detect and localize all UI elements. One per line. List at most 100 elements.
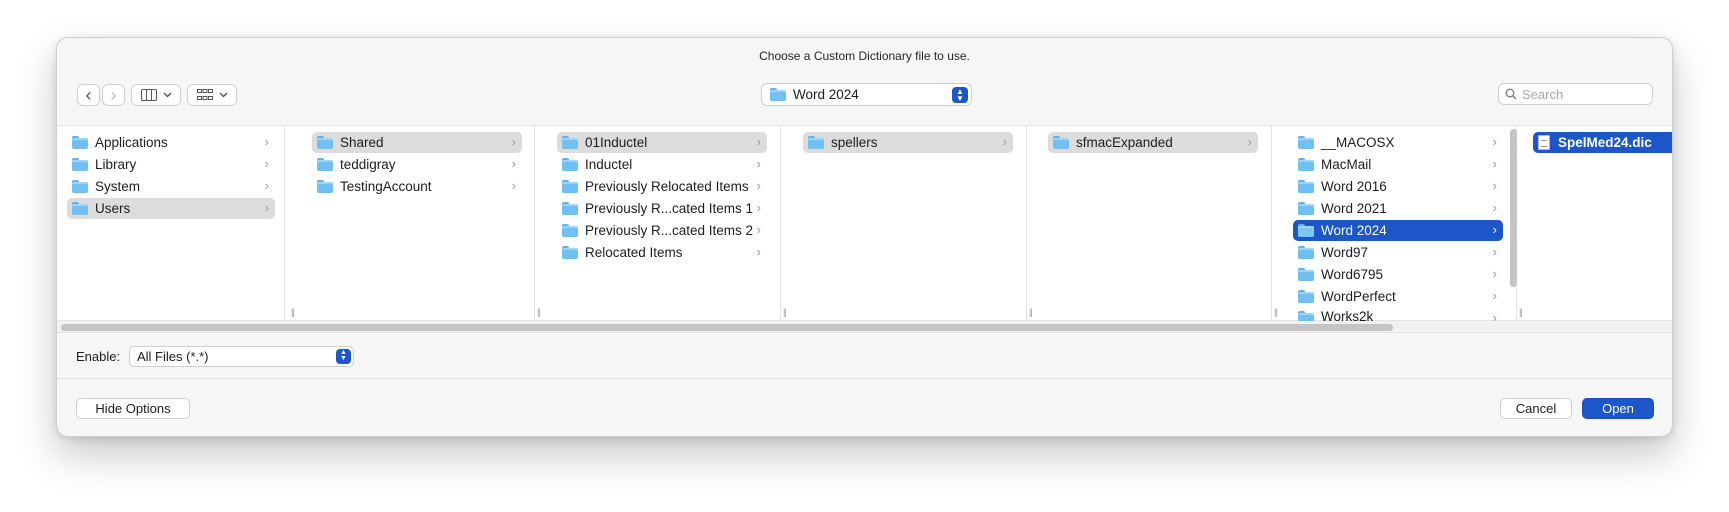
list-item[interactable]: Users › <box>67 198 275 219</box>
list-item[interactable]: Relocated Items › <box>557 242 767 263</box>
group-view-button[interactable] <box>187 84 237 106</box>
folder-icon <box>317 180 333 193</box>
list-item[interactable]: 01Inductel › <box>557 132 767 153</box>
folder-icon <box>1298 136 1314 149</box>
cancel-button[interactable]: Cancel <box>1500 398 1572 419</box>
document-icon <box>1538 135 1550 150</box>
column-resize-handle[interactable]: || <box>783 307 787 317</box>
browser-column: Applications › Library › System › Users › <box>57 126 285 322</box>
search-placeholder: Search <box>1522 86 1564 102</box>
list-item[interactable]: System › <box>67 176 275 197</box>
chevron-right-icon: › <box>756 200 761 215</box>
list-item[interactable]: Word97 › <box>1293 242 1503 263</box>
list-item[interactable]: __MACOSX › <box>1293 132 1503 153</box>
back-button[interactable]: ‹ <box>77 84 100 106</box>
enable-file-type-popup[interactable]: All Files (*.*) ▲ ▼ <box>129 346 354 367</box>
list-item[interactable]: Shared › <box>312 132 522 153</box>
list-item[interactable]: WordPerfect › <box>1293 286 1503 307</box>
list-item[interactable]: Inductel › <box>557 154 767 175</box>
chevron-right-icon: › <box>1492 134 1497 149</box>
dialog-title: Choose a Custom Dictionary file to use. <box>759 49 970 63</box>
chevron-right-icon: › <box>1492 222 1497 237</box>
folder-icon <box>1298 202 1314 215</box>
search-icon <box>1505 88 1517 100</box>
browser-column: sfmacExpanded › <box>1038 126 1272 322</box>
chevron-right-icon: › <box>756 178 761 193</box>
chevron-right-icon: › <box>756 156 761 171</box>
hide-options-button[interactable]: Hide Options <box>76 398 190 419</box>
folder-icon <box>1298 224 1314 237</box>
list-item[interactable]: Library › <box>67 154 275 175</box>
list-item[interactable]: Word 2016 › <box>1293 176 1503 197</box>
folder-icon <box>1298 180 1314 193</box>
chevron-right-icon: › <box>511 134 516 149</box>
folder-icon <box>562 180 578 193</box>
chevron-right-icon: › <box>511 156 516 171</box>
chevron-right-icon: › <box>110 85 117 105</box>
folder-icon <box>808 136 824 149</box>
folder-icon <box>562 246 578 259</box>
folder-icon <box>72 180 88 193</box>
list-item[interactable]: Previously R...cated Items 1 › <box>557 198 767 219</box>
chevron-right-icon: › <box>1492 156 1497 171</box>
column-browser: Applications › Library › System › Users › ||… <box>57 125 1672 322</box>
chevron-right-icon: › <box>1492 244 1497 259</box>
folder-icon <box>562 224 578 237</box>
chevron-right-icon: › <box>264 178 269 193</box>
chevron-down-icon <box>163 92 171 98</box>
column-resize-handle[interactable]: || <box>537 307 541 317</box>
chevron-right-icon: › <box>511 178 516 193</box>
folder-icon <box>1053 136 1069 149</box>
chevron-right-icon: › <box>1492 288 1497 303</box>
chevron-right-icon: › <box>264 134 269 149</box>
enable-label: Enable: <box>76 349 121 364</box>
list-item[interactable]: TestingAccount › <box>312 176 522 197</box>
browser-column: Shared › teddigray › TestingAccount › <box>302 126 535 322</box>
horizontal-scrollbar[interactable] <box>61 324 1393 331</box>
column-resize-handle[interactable]: || <box>1519 307 1523 317</box>
list-item[interactable]: sfmacExpanded › <box>1048 132 1258 153</box>
location-popup-label: Word 2024 <box>793 87 859 102</box>
list-item[interactable]: Previously Relocated Items › <box>557 176 767 197</box>
list-item[interactable]: SpelMed24.dic <box>1533 132 1672 153</box>
file-open-dialog: Choose a Custom Dictionary file to use. … <box>56 37 1673 437</box>
folder-icon <box>562 158 578 171</box>
enable-popup-value: All Files (*.*) <box>137 349 209 364</box>
list-item[interactable]: Word 2021 › <box>1293 198 1503 219</box>
folder-icon <box>72 158 88 171</box>
list-item[interactable]: Word 2024 › <box>1293 220 1503 241</box>
list-item[interactable]: Previously R...cated Items 2 › <box>557 220 767 241</box>
column-view-button[interactable] <box>131 84 181 106</box>
vertical-scrollbar[interactable] <box>1510 129 1517 287</box>
folder-icon <box>317 136 333 149</box>
chevron-right-icon: › <box>1492 200 1497 215</box>
list-item[interactable]: Applications › <box>67 132 275 153</box>
list-item[interactable]: teddigray › <box>312 154 522 175</box>
forward-button[interactable]: › <box>102 84 125 106</box>
list-item[interactable]: Works2k › <box>1293 308 1503 322</box>
chevron-right-icon: › <box>1002 134 1007 149</box>
columns-icon <box>140 89 157 101</box>
chevron-down-icon <box>219 92 227 98</box>
list-item[interactable]: spellers › <box>803 132 1013 153</box>
list-item[interactable]: Word6795 › <box>1293 264 1503 285</box>
folder-icon <box>72 136 88 149</box>
chevron-right-icon: › <box>264 156 269 171</box>
chevron-left-icon: ‹ <box>85 85 92 105</box>
chevron-right-icon: › <box>264 200 269 215</box>
folder-icon <box>1298 158 1314 171</box>
grid-icon <box>196 89 213 100</box>
folder-icon <box>770 88 786 101</box>
folder-icon <box>1298 268 1314 281</box>
browser-column: __MACOSX › MacMail › Word 2016 › Word 2021 ›… <box>1283 126 1517 322</box>
list-item[interactable]: MacMail › <box>1293 154 1503 175</box>
column-resize-handle[interactable]: || <box>1029 307 1033 317</box>
location-popup[interactable]: Word 2024 ▲ ▼ <box>761 83 972 106</box>
chevron-right-icon: › <box>1492 266 1497 281</box>
column-resize-handle[interactable]: || <box>1274 307 1278 317</box>
open-button[interactable]: Open <box>1582 398 1654 419</box>
browser-column: spellers › <box>793 126 1027 322</box>
search-field[interactable]: Search <box>1498 83 1653 105</box>
popup-stepper-icon: ▲ ▼ <box>336 349 351 364</box>
column-resize-handle[interactable]: || <box>291 307 295 317</box>
